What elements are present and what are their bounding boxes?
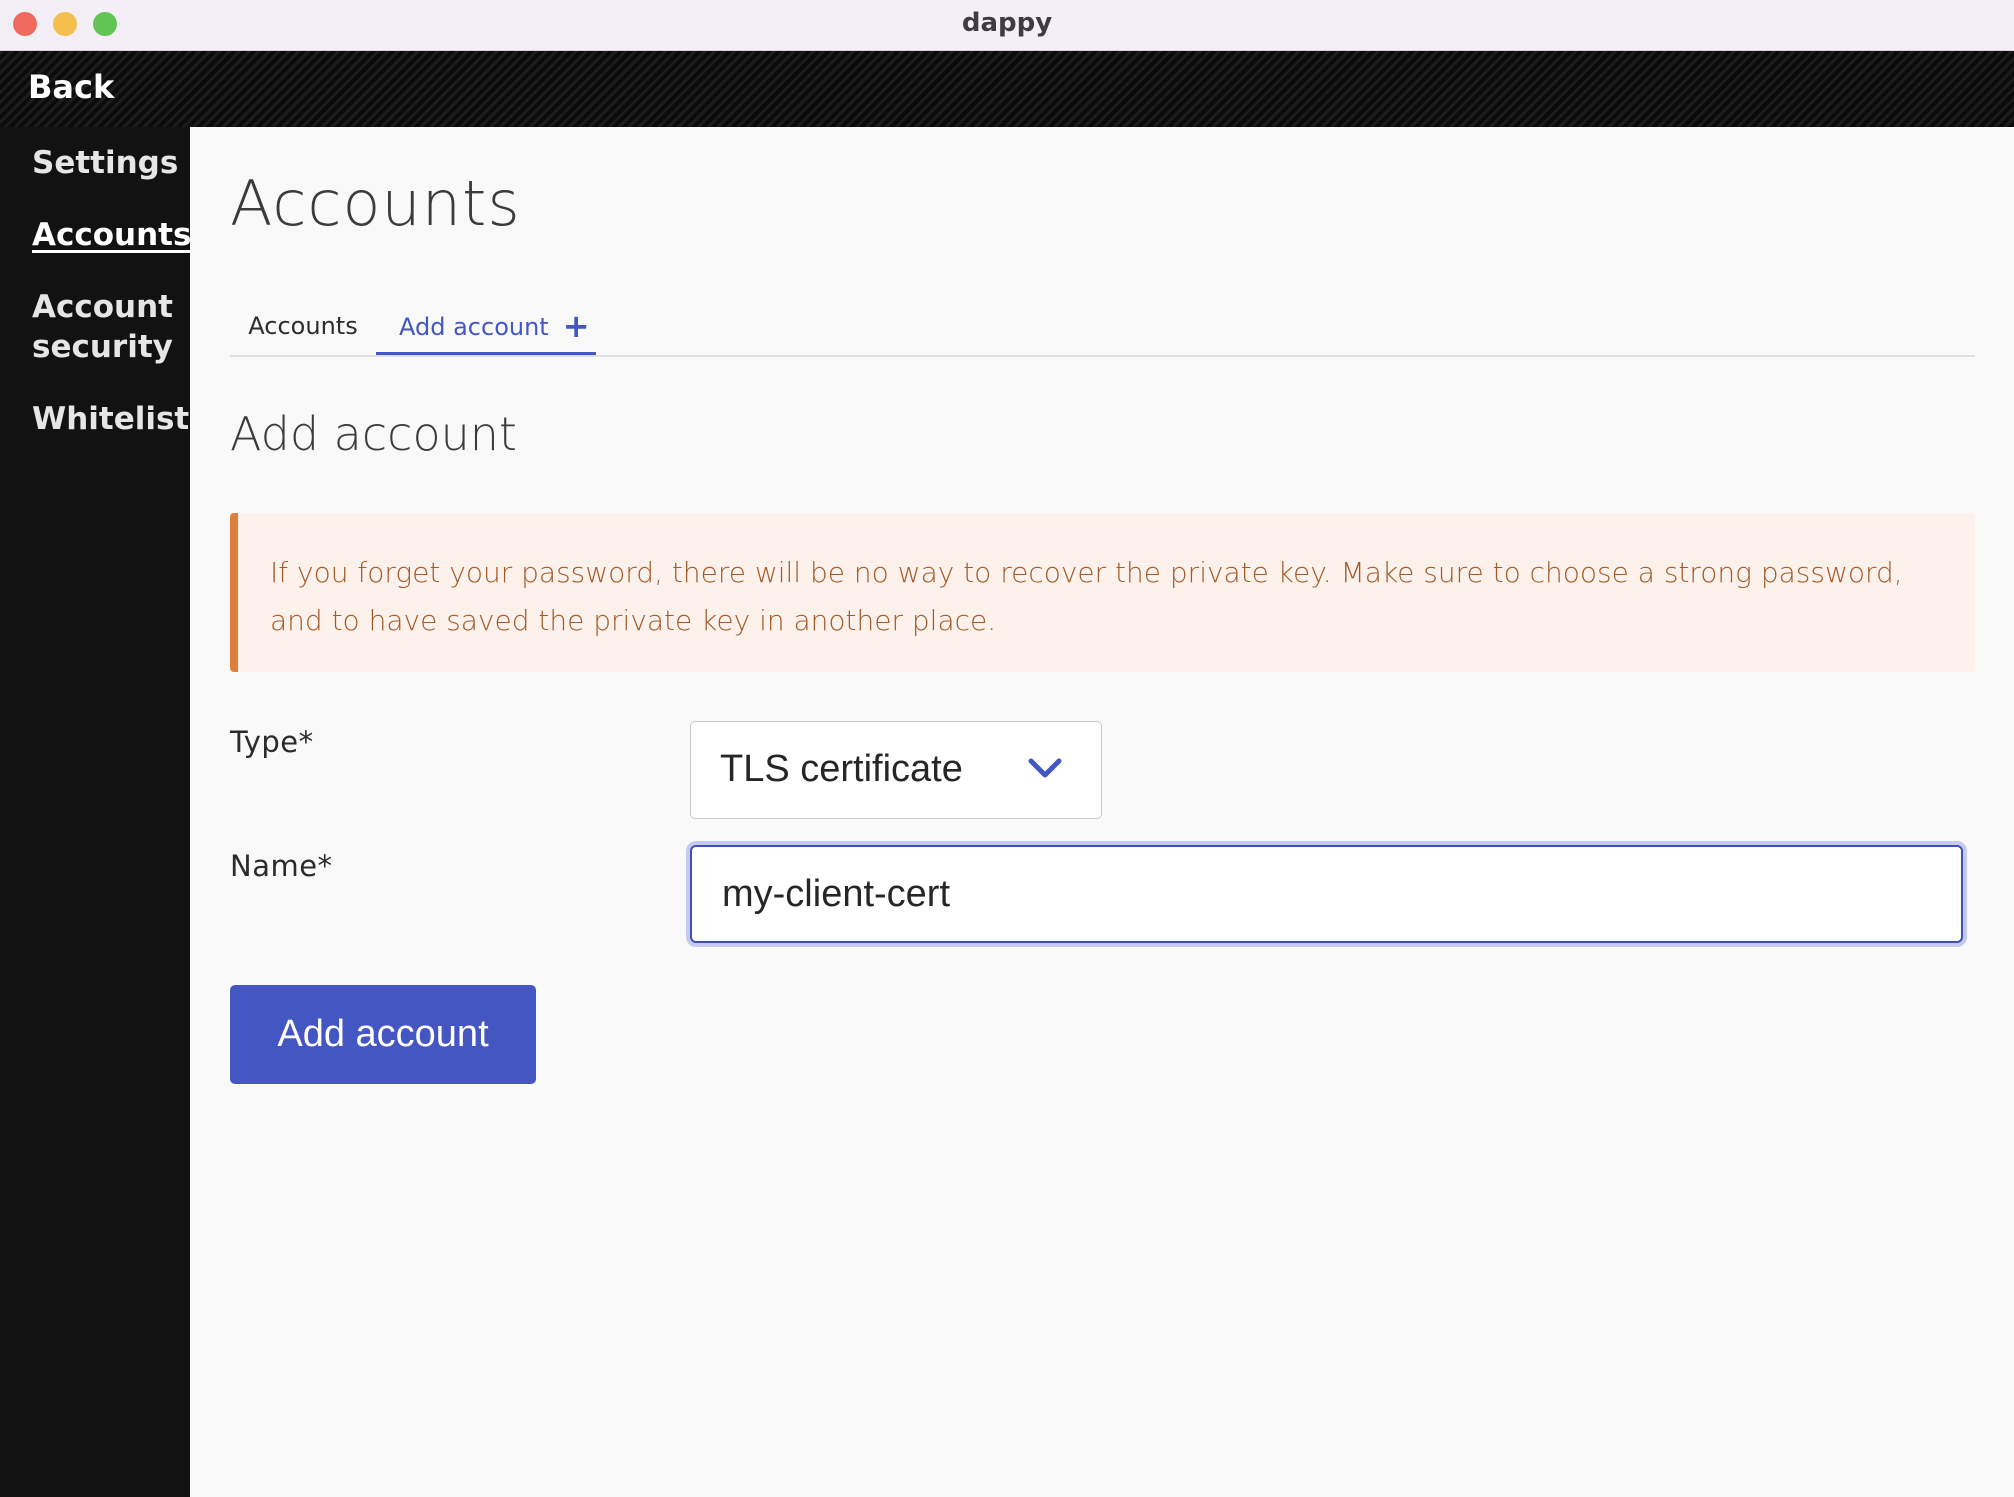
sidebar-item-accounts[interactable]: Accounts xyxy=(32,215,191,255)
name-label: Name* xyxy=(230,849,333,883)
add-account-button[interactable]: Add account xyxy=(230,985,536,1084)
section-title: Add account xyxy=(230,407,517,461)
plus-icon: + xyxy=(562,307,590,345)
sidebar: Settings Accounts Account security White… xyxy=(0,127,191,1497)
tab-bar: Accounts Add account + xyxy=(230,297,1975,357)
sidebar-item-settings[interactable]: Settings xyxy=(32,143,178,183)
type-select[interactable]: TLS certificate xyxy=(690,721,1102,819)
top-bar: Back xyxy=(0,51,2014,127)
window-title: dappy xyxy=(961,8,1053,38)
back-button[interactable]: Back xyxy=(28,68,114,106)
chevron-down-icon xyxy=(1028,758,1062,778)
main-content: Accounts Accounts Add account + Add accou… xyxy=(190,127,2014,1497)
warning-alert-text: If you forget your password, there will … xyxy=(270,556,1903,637)
sidebar-item-account-security[interactable]: Account security xyxy=(32,287,182,367)
tab-add-account[interactable]: Add account + xyxy=(376,297,596,355)
title-bar: dappy xyxy=(0,0,2014,51)
type-label: Type* xyxy=(230,725,314,759)
type-select-value: TLS certificate xyxy=(720,748,963,790)
name-input[interactable] xyxy=(690,845,1963,943)
tab-accounts[interactable]: Accounts xyxy=(230,297,376,355)
tab-add-account-label: Add account xyxy=(399,313,549,341)
warning-alert: If you forget your password, there will … xyxy=(230,513,1975,672)
page-title: Accounts xyxy=(230,167,521,240)
tab-accounts-label: Accounts xyxy=(248,312,358,340)
sidebar-item-whitelist[interactable]: Whitelist xyxy=(32,399,189,439)
